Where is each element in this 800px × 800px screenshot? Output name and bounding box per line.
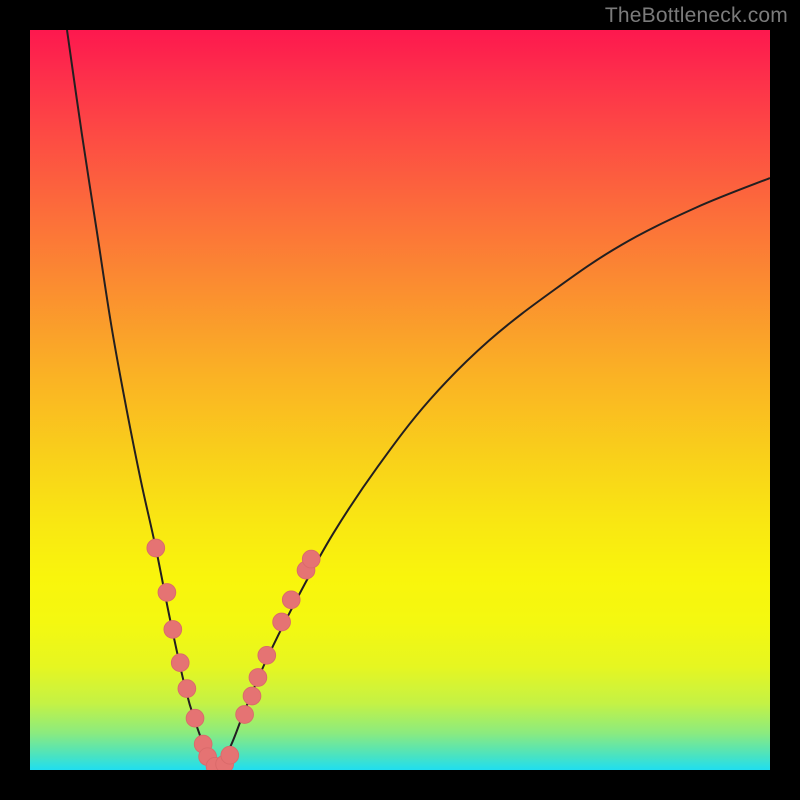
marker-right-5 xyxy=(273,613,291,631)
marker-right-1 xyxy=(236,706,254,724)
marker-left-3 xyxy=(164,621,182,639)
watermark-text: TheBottleneck.com xyxy=(605,4,788,28)
chart-svg xyxy=(30,30,770,770)
plot-area xyxy=(30,30,770,770)
marker-right-4 xyxy=(258,646,276,664)
marker-left-4 xyxy=(171,654,189,672)
curve-bottleneck-curve-right xyxy=(215,178,770,770)
marker-left-1 xyxy=(147,539,165,557)
marker-right-6 xyxy=(282,591,300,609)
marker-left-5 xyxy=(178,680,196,698)
curve-bottleneck-curve-left xyxy=(67,30,215,770)
marker-right-8 xyxy=(302,550,320,568)
marker-right-2 xyxy=(243,687,261,705)
marker-right-3 xyxy=(249,669,267,687)
marker-left-6 xyxy=(186,709,204,727)
marker-left-2 xyxy=(158,584,176,602)
marker-bottom-3 xyxy=(221,746,239,764)
chart-frame: TheBottleneck.com xyxy=(0,0,800,800)
